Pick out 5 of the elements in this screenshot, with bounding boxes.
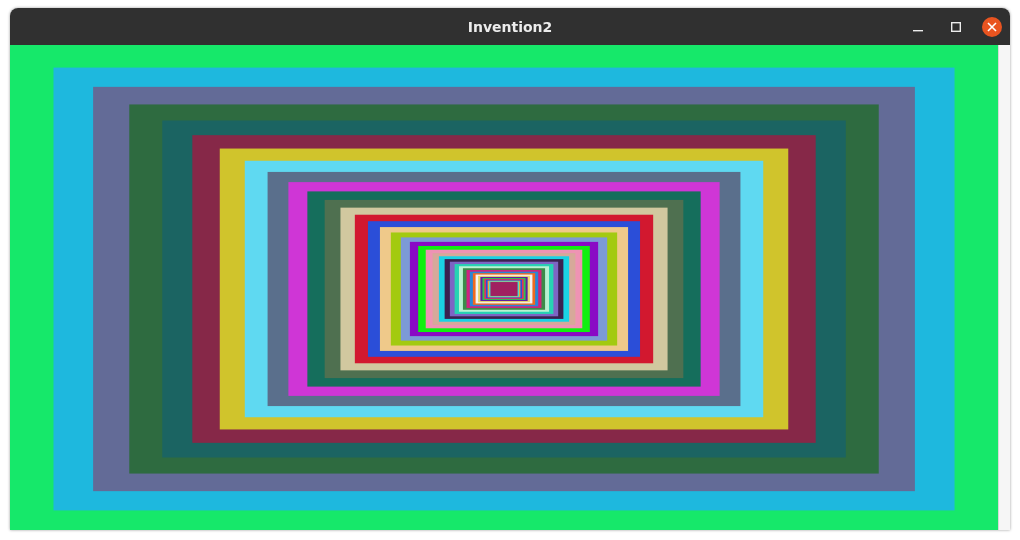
- minimize-icon: [913, 29, 923, 32]
- close-button[interactable]: [982, 16, 1002, 37]
- close-icon: [987, 21, 997, 32]
- maximize-icon: [951, 21, 961, 32]
- window-title: Invention2: [467, 18, 553, 35]
